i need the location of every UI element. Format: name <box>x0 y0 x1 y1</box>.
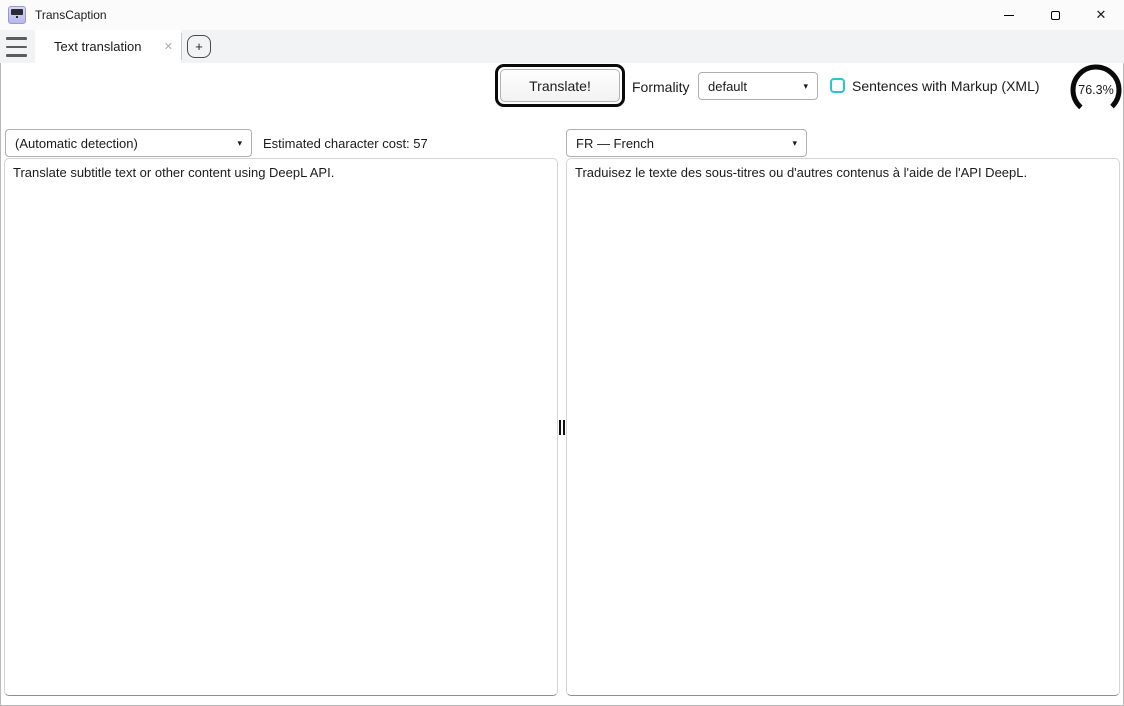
target-language-value: FR — French <box>576 136 654 151</box>
maximize-icon <box>1051 11 1060 20</box>
chevron-down-icon: ▾ <box>803 81 808 92</box>
target-text-area[interactable]: Traduisez le texte des sous-titres ou d'… <box>566 158 1120 696</box>
tab-text-translation[interactable]: Text translation ✕ <box>35 30 181 63</box>
tab-separator <box>181 33 182 60</box>
character-cost-label: Estimated character cost: 57 <box>263 136 428 151</box>
chevron-down-icon: ▾ <box>237 138 242 149</box>
window-controls: ✕ <box>986 0 1124 30</box>
tab-bar: Text translation ✕ + <box>0 30 1124 63</box>
plus-icon: + <box>195 40 203 53</box>
usage-gauge: 76.3% <box>1068 62 1124 120</box>
usage-gauge-value: 76.3% <box>1068 62 1124 118</box>
formality-value: default <box>708 79 747 94</box>
translate-button[interactable]: Translate! <box>500 69 620 102</box>
close-button[interactable]: ✕ <box>1078 0 1124 30</box>
chevron-down-icon: ▾ <box>792 138 797 149</box>
translate-button-focus-ring: Translate! <box>495 64 625 107</box>
formality-label: Formality <box>632 79 690 95</box>
close-icon: ✕ <box>1096 7 1107 23</box>
source-text-area[interactable]: Translate subtitle text or other content… <box>4 158 558 696</box>
target-language-select[interactable]: FR — French ▾ <box>566 129 807 157</box>
markup-xml-checkbox[interactable] <box>830 78 845 93</box>
minimize-icon <box>1004 15 1014 16</box>
source-language-value: (Automatic detection) <box>15 136 138 151</box>
maximize-button[interactable] <box>1032 0 1078 30</box>
formality-select[interactable]: default ▾ <box>698 72 818 100</box>
source-language-select[interactable]: (Automatic detection) ▾ <box>5 129 252 157</box>
tab-close-icon[interactable]: ✕ <box>164 40 173 53</box>
tab-label: Text translation <box>54 39 141 54</box>
minimize-button[interactable] <box>986 0 1032 30</box>
title-bar: TransCaption ✕ <box>0 0 1124 30</box>
new-tab-button[interactable]: + <box>187 35 211 58</box>
splitter-handle-icon <box>559 420 565 435</box>
pane-splitter[interactable] <box>557 158 566 696</box>
window-title: TransCaption <box>35 8 107 22</box>
hamburger-icon <box>6 37 27 40</box>
markup-xml-label[interactable]: Sentences with Markup (XML) <box>852 78 1040 94</box>
app-icon <box>8 6 26 24</box>
menu-button[interactable] <box>6 37 30 57</box>
